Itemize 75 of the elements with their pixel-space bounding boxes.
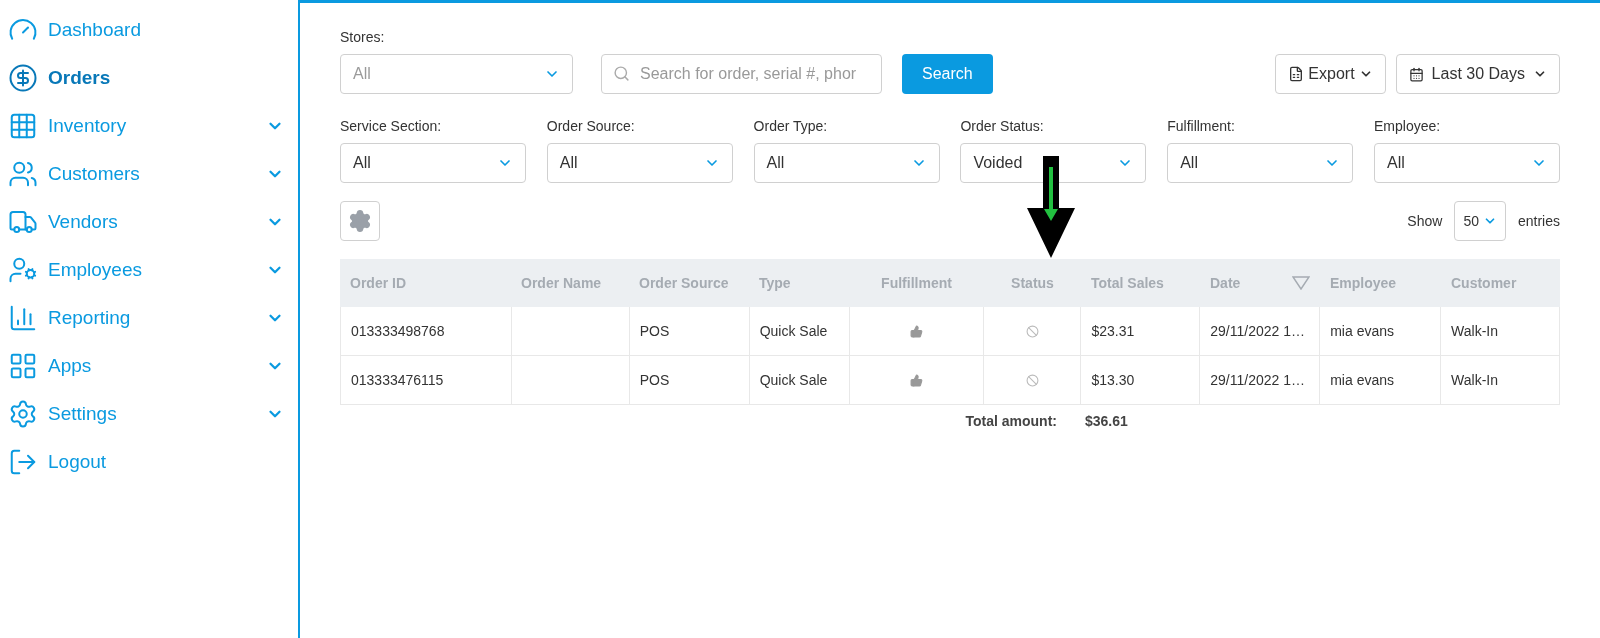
settings-icon [348,209,372,233]
table-cell: 29/11/2022 1… [1200,307,1321,355]
annotation-arrow-icon [1026,155,1076,259]
column-header[interactable]: Order Name [511,259,629,307]
bar-chart-icon [8,303,38,333]
table-cell: POS [629,356,750,404]
column-header[interactable]: Fulfillment [849,259,984,307]
export-button[interactable]: Export [1275,54,1386,94]
column-header[interactable]: Order Source [629,259,749,307]
sidebar-item[interactable]: Reporting [8,294,284,342]
column-header[interactable]: Type [749,259,849,307]
users-icon [8,159,38,189]
entries-select[interactable]: 50 [1454,201,1506,241]
field-label: Service Section: [340,117,443,136]
filter-select[interactable]: All [1374,143,1560,183]
sidebar-item[interactable]: Employees [8,246,284,294]
total-label: Total amount: [965,412,1057,429]
column-header[interactable]: Status [984,259,1081,307]
sidebar-item[interactable]: Inventory [8,102,284,150]
sidebar-item[interactable]: Dashboard [8,6,284,54]
search-field[interactable]: Search for order, serial #, phor [601,54,882,94]
apps-icon [8,351,38,381]
sidebar-item[interactable]: Customers [8,150,284,198]
column-header[interactable]: Customer [1441,259,1559,307]
column-header[interactable]: Total Sales [1081,259,1200,307]
table-cell: Quick Sale [749,307,850,355]
search-icon [613,65,630,82]
table-cell: Quick Sale [749,356,850,404]
sidebar-item[interactable]: Orders [8,54,284,102]
table-cell: mia evans [1320,307,1442,355]
thumbs-up-icon [910,324,923,338]
user-icon [8,255,38,285]
field-label: Stores: [340,28,386,47]
column-header[interactable]: Employee [1320,259,1441,307]
table-cell: 013333476115 [341,356,512,404]
show-label: Show [1407,211,1443,231]
table-cell: mia evans [1320,356,1442,404]
filter-select[interactable]: All [340,143,526,183]
column-header[interactable]: Order ID [340,259,511,307]
filter-select[interactable]: Voided [960,143,1147,183]
grid-icon [8,111,38,141]
spreadsheet-icon [1288,66,1305,82]
stores-select[interactable]: All [340,54,573,94]
gear-icon [8,399,38,429]
filter-select[interactable]: All [753,143,940,183]
thumbs-up-icon [910,373,923,387]
table-cell: 013333498768 [341,307,512,355]
ban-icon [1025,373,1039,387]
field-label: Fulfillment: [1167,117,1236,136]
field-label: Order Type: [753,117,829,136]
field-label: Order Source: [546,117,636,136]
ban-icon [1025,324,1039,338]
sidebar-item[interactable]: Vendors [8,198,284,246]
logout-icon [8,447,38,477]
filter-select[interactable]: All [546,143,733,183]
column-header[interactable]: Date [1200,259,1320,307]
table-cell: $13.30 [1081,356,1201,404]
table-cell-text: Walk-In [1450,370,1500,390]
field-label: Order Status: [960,117,1045,136]
table-cell-text: Walk-In [1450,321,1500,341]
sidebar-item[interactable]: Settings [8,390,284,438]
entries-label: entries [1517,211,1560,231]
date-range-button[interactable]: Last 30 Days [1395,54,1560,94]
dollar-icon [8,63,38,93]
table-cell: $23.31 [1081,307,1201,355]
sidebar-item[interactable]: Apps [8,342,284,390]
table-cell: 29/11/2022 1… [1200,356,1321,404]
search-button[interactable]: Search [902,54,993,94]
total-value: $36.61 [1084,411,1128,431]
calendar-icon [1408,66,1424,82]
sidebar-item[interactable]: Logout [8,438,284,486]
field-label: Employee: [1374,117,1442,136]
table-cell: POS [629,307,750,355]
filter-select[interactable]: All [1167,143,1354,183]
settings-button[interactable] [340,201,380,241]
